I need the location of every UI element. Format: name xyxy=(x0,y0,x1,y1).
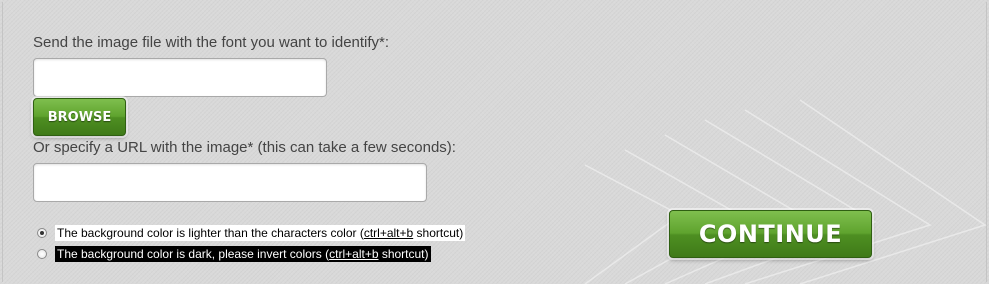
file-upload-label: Send the image file with the font you wa… xyxy=(33,34,390,51)
continue-button[interactable]: CONTINUE xyxy=(669,210,872,258)
dark-background-option-label: The background color is dark, please inv… xyxy=(55,246,431,262)
option-light-background[interactable]: The background color is lighter than the… xyxy=(37,225,466,241)
option-dark-background[interactable]: The background color is dark, please inv… xyxy=(37,246,431,262)
dark-option-text-end: shortcut) xyxy=(378,247,429,261)
dark-option-shortcut: ctrl+alt+b xyxy=(329,247,379,261)
light-option-shortcut: ctrl+alt+b xyxy=(363,226,414,240)
light-background-radio[interactable] xyxy=(37,228,47,238)
file-path-field[interactable] xyxy=(33,58,327,97)
browse-button[interactable]: BROWSE xyxy=(33,98,126,136)
image-url-field[interactable] xyxy=(33,163,427,202)
image-url-label: Or specify a URL with the image* (this c… xyxy=(33,139,456,156)
dark-option-text: The background color is dark, please inv… xyxy=(57,247,330,261)
light-option-text-end: shortcut) xyxy=(413,226,464,240)
light-option-text: The background color is lighter than the… xyxy=(57,226,364,240)
dark-background-radio[interactable] xyxy=(37,249,47,259)
light-background-option-label: The background color is lighter than the… xyxy=(55,225,466,241)
